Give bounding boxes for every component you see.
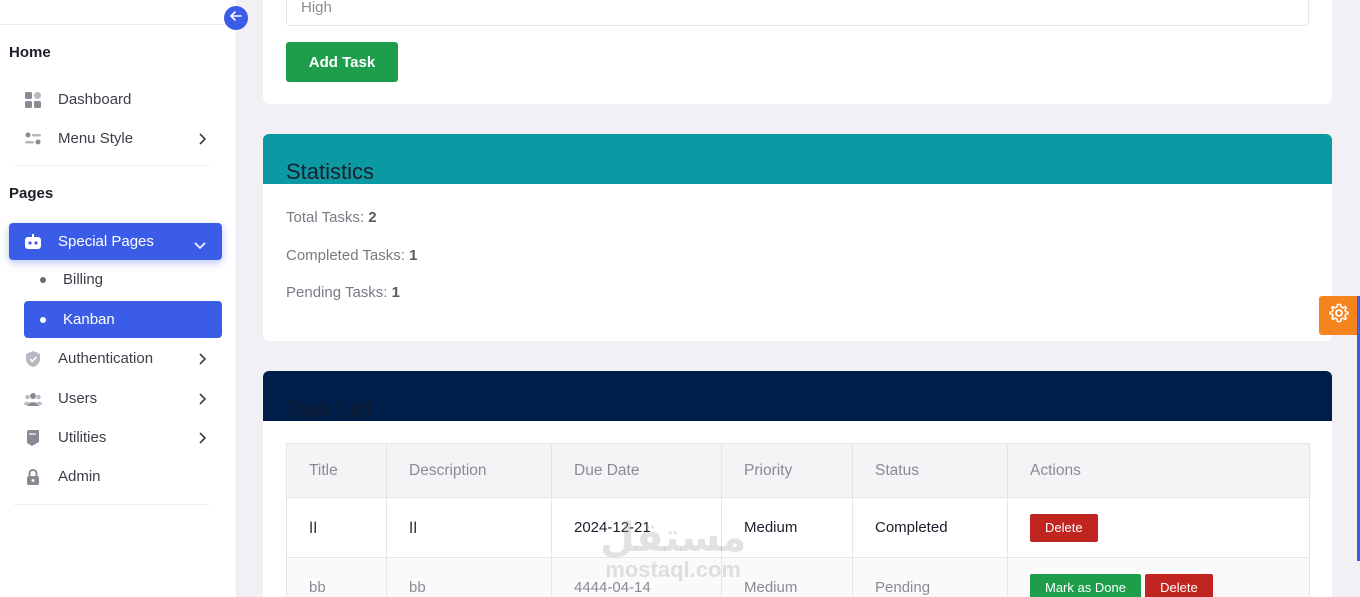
- add-task-card: High Add Task: [263, 0, 1332, 104]
- section-title-pages: Pages: [9, 185, 54, 202]
- gear-icon: [1328, 303, 1349, 328]
- sidebar-subitem-billing[interactable]: Billing: [24, 261, 222, 298]
- task-priority-cell: Medium: [721, 557, 853, 597]
- sidebar-item-label: Menu Style: [58, 130, 134, 147]
- delete-button[interactable]: Delete: [1030, 513, 1098, 542]
- column-header-actions: Actions: [1007, 443, 1310, 498]
- task-description-cell: bb: [386, 557, 552, 597]
- sidebar-subitem-label: Billing: [63, 271, 104, 288]
- users-icon: [24, 390, 42, 408]
- add-task-button[interactable]: Add Task: [286, 42, 398, 82]
- task-actions-cell: Mark as Done Delete: [1007, 557, 1310, 597]
- sidebar-subitem-label: Kanban: [63, 311, 115, 328]
- sidebar-item-label: Admin: [58, 468, 101, 485]
- column-header-status: Status: [852, 443, 1008, 498]
- stat-label: Pending Tasks:: [286, 284, 388, 301]
- task-actions-cell: Delete: [1007, 497, 1310, 558]
- task-title-cell: bb: [286, 557, 387, 597]
- column-header-title: Title: [286, 443, 387, 498]
- pending-tasks-stat: Pending Tasks: 1: [286, 284, 400, 301]
- utilities-icon: [24, 429, 42, 447]
- sidebar-item-utilities[interactable]: Utilities: [9, 419, 222, 456]
- sidebar-item-dashboard[interactable]: Dashboard: [9, 81, 222, 118]
- delete-button[interactable]: Delete: [1145, 573, 1213, 597]
- bullet-icon: [40, 276, 46, 283]
- column-header-due-date: Due Date: [551, 443, 722, 498]
- task-list-title: Task List: [286, 397, 372, 422]
- stat-label: Total Tasks:: [286, 209, 365, 226]
- task-priority-cell: Medium: [721, 497, 853, 558]
- stat-label: Completed Tasks:: [286, 247, 405, 264]
- settings-button[interactable]: [1319, 296, 1358, 335]
- shield-icon: [24, 350, 42, 368]
- menu-style-icon: [24, 130, 42, 148]
- mark-as-done-button[interactable]: Mark as Done: [1030, 573, 1141, 597]
- table-row: اا اا 2024-12-21 Medium Completed Delete: [286, 497, 1310, 558]
- sidebar-collapse-button[interactable]: [224, 6, 248, 30]
- sidebar-item-admin[interactable]: Admin: [9, 458, 222, 495]
- completed-tasks-stat: Completed Tasks: 1: [286, 247, 417, 264]
- arrow-left-icon: [229, 9, 243, 28]
- task-description-cell: اا: [386, 497, 552, 558]
- column-header-priority: Priority: [721, 443, 853, 498]
- sidebar-item-label: Dashboard: [58, 91, 132, 108]
- task-due-date-cell: 4444-04-14: [551, 557, 722, 597]
- task-table: Title Description Due Date Priority Stat…: [286, 443, 1310, 597]
- statistics-card: Statistics Total Tasks: 2 Completed Task…: [263, 134, 1332, 341]
- chevron-right-icon: [198, 352, 207, 370]
- chevron-down-icon: [194, 237, 206, 255]
- chevron-right-icon: [198, 132, 207, 150]
- sidebar-item-label: Utilities: [58, 429, 107, 446]
- priority-select[interactable]: High: [286, 0, 1309, 26]
- stat-value: 2: [368, 209, 377, 226]
- stat-value: 1: [409, 247, 418, 264]
- lock-icon: [24, 468, 42, 486]
- sidebar-subitem-kanban[interactable]: Kanban: [24, 301, 222, 338]
- sidebar: Home Dashboard Menu Style Pages Special …: [0, 0, 237, 597]
- sidebar-item-special-pages[interactable]: Special Pages: [9, 223, 222, 260]
- statistics-title: Statistics: [286, 159, 375, 184]
- task-title-cell: اا: [286, 497, 387, 558]
- task-status-cell: Pending: [852, 557, 1008, 597]
- chevron-right-icon: [198, 392, 207, 410]
- sidebar-item-menu-style[interactable]: Menu Style: [9, 120, 222, 157]
- sidebar-top-divider: [0, 24, 237, 25]
- sidebar-item-label: Users: [58, 390, 98, 407]
- sidebar-divider: [14, 504, 209, 505]
- stat-value: 1: [391, 284, 400, 301]
- table-header-row: Title Description Due Date Priority Stat…: [286, 443, 1310, 498]
- sidebar-divider: [14, 165, 209, 166]
- sidebar-item-authentication[interactable]: Authentication: [9, 340, 222, 377]
- section-title-home: Home: [9, 44, 51, 61]
- statistics-header: [263, 134, 1332, 184]
- total-tasks-stat: Total Tasks: 2: [286, 209, 377, 226]
- task-list-header: [263, 371, 1332, 421]
- bullet-icon: [40, 316, 46, 323]
- special-pages-icon: [24, 233, 42, 251]
- task-list-card: Task List Title Description Due Date Pri…: [263, 371, 1332, 597]
- table-row: bb bb 4444-04-14 Medium Pending Mark as …: [286, 557, 1310, 597]
- dashboard-icon: [24, 91, 42, 109]
- task-due-date-cell: 2024-12-21: [551, 497, 722, 558]
- sidebar-item-users[interactable]: Users: [9, 380, 222, 417]
- sidebar-item-label: Special Pages: [58, 233, 154, 250]
- chevron-right-icon: [198, 431, 207, 449]
- task-status-cell: Completed: [852, 497, 1008, 558]
- sidebar-item-label: Authentication: [58, 350, 154, 367]
- column-header-description: Description: [386, 443, 552, 498]
